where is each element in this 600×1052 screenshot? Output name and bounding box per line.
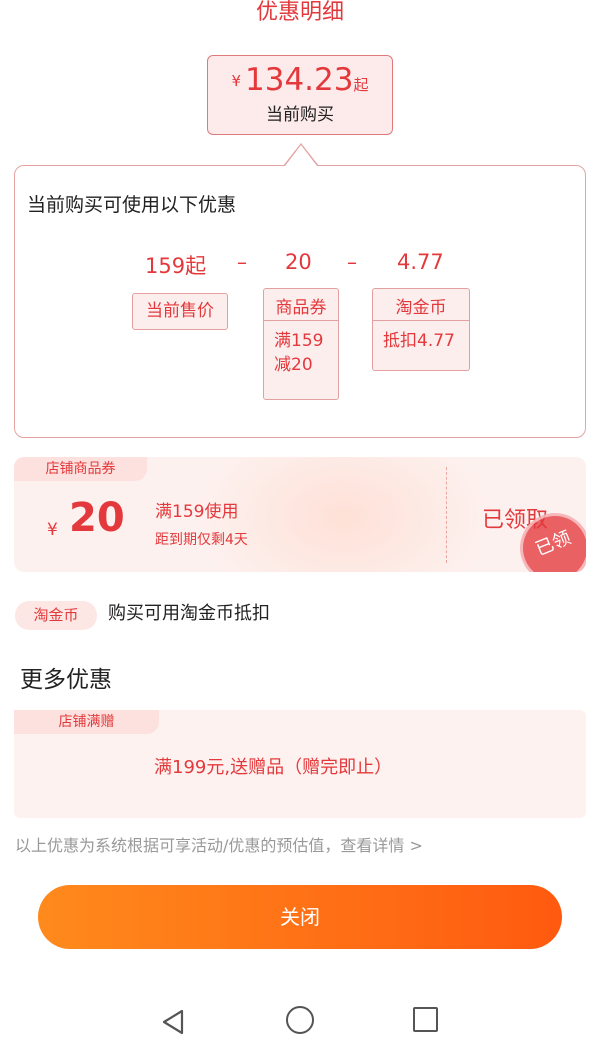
discount-detail-sheet: 优惠明细 ¥134.23起 当前购买 当前购买可使用以下优惠 159起 – 20… (0, 0, 600, 1052)
minus-operator: – (347, 250, 357, 274)
base-price-value: 159起 (145, 254, 207, 278)
coin-tag: 淘金币 抵扣4.77 (372, 288, 470, 371)
system-nav-bar (0, 1002, 600, 1042)
coin-value: 4.77 (397, 250, 444, 274)
store-gift-card[interactable]: 店铺满赠 满199元,送赠品（赠完即止） (14, 710, 586, 818)
coupon-glow (194, 457, 494, 572)
back-icon[interactable] (160, 1008, 186, 1036)
coupon-type-label: 店铺商品券 (14, 457, 147, 481)
coin-tag-body: 抵扣4.77 (383, 331, 455, 351)
store-coupon-card[interactable]: 店铺商品券 ¥ 20 满159使用 距到期仅剩4天 已领取 已领 (14, 457, 586, 572)
home-icon[interactable] (286, 1006, 314, 1034)
coupon-tag-line: 满159 (274, 331, 324, 351)
bubble-pointer-fill (285, 145, 317, 166)
more-offers-title: 更多优惠 (20, 667, 112, 693)
coin-tag-head: 淘金币 (373, 289, 469, 321)
price-value: 134.23 (245, 62, 354, 98)
minus-operator: – (237, 250, 247, 274)
gift-type-label: 店铺满赠 (14, 710, 159, 734)
gift-description: 满199元,送赠品（赠完即止） (154, 757, 393, 778)
coupon-currency: ¥ (47, 520, 58, 540)
recent-apps-icon[interactable] (413, 1007, 438, 1032)
coupon-condition: 满159使用 (155, 502, 239, 522)
coupon-tag-body: 满159 减20 (264, 321, 338, 385)
coupon-expiry: 距到期仅剩4天 (155, 532, 248, 548)
current-price-bubble: ¥134.23起 当前购买 (207, 55, 393, 135)
taojinbi-description: 购买可用淘金币抵扣 (108, 603, 270, 624)
coupon-tag-line: 减20 (274, 355, 313, 375)
close-button[interactable]: 关闭 (38, 885, 562, 949)
price-subtitle: 当前购买 (266, 105, 334, 125)
estimate-note-link[interactable]: 以上优惠为系统根据可享活动/优惠的预估值，查看详情 > (15, 832, 423, 856)
discount-breakdown-card: 当前购买可使用以下优惠 159起 – 20 – 4.77 当前售价 商品券 满1… (14, 165, 586, 438)
coupon-tag-head: 商品券 (264, 289, 338, 321)
price-suffix: 起 (353, 76, 369, 94)
current-price-tag: 当前售价 (132, 293, 228, 330)
coupon-value: 20 (285, 250, 312, 274)
taojinbi-badge: 淘金币 (15, 601, 97, 630)
coupon-amount: 20 (69, 495, 125, 541)
coupon-tag: 商品券 满159 减20 (263, 288, 339, 400)
current-price: ¥134.23起 (208, 62, 392, 98)
currency-symbol: ¥ (231, 72, 242, 90)
coupon-divider (446, 467, 447, 563)
page-title: 优惠明细 (255, 0, 344, 25)
breakdown-heading: 当前购买可使用以下优惠 (27, 194, 237, 216)
